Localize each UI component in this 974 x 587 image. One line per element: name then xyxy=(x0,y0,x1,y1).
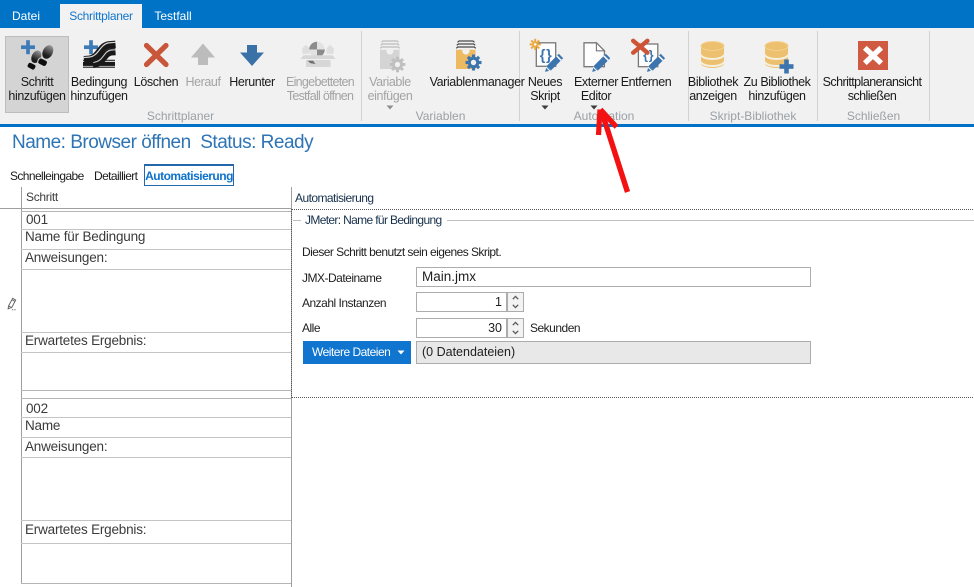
svg-text:{: { xyxy=(540,48,546,64)
svg-text:}: } xyxy=(649,49,654,63)
